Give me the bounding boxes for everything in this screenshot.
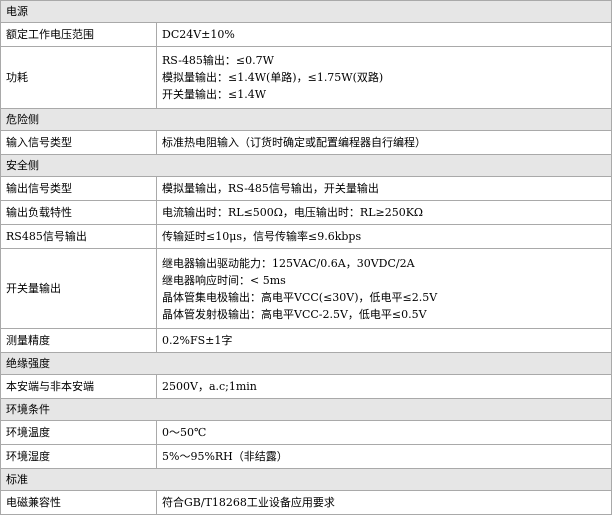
spec-value-cell: 模拟量输出，RS-485信号输出，开关量输出: [156, 176, 612, 201]
spec-label: RS485信号输出: [0, 224, 157, 249]
spec-label: 测量精度: [0, 328, 157, 353]
spec-label: 输入信号类型: [0, 130, 157, 155]
spec-value-cell: 5%～95%RH（非结露）: [156, 444, 612, 469]
spec-row: 电磁兼容性 符合GB/T18268工业设备应用要求: [0, 490, 612, 515]
spec-value: 晶体管发射极输出：高电平VCC-2.5V，低电平≤0.5V: [162, 307, 427, 321]
section-title: 绝缘强度: [0, 352, 612, 375]
spec-value: 开关量输出：≤1.4W: [162, 88, 267, 101]
spec-row: 本安端与非本安端 2500V，a.c;1min: [0, 374, 612, 399]
spec-label: 输出信号类型: [0, 176, 157, 201]
spec-value: 0.2%FS±1字: [162, 334, 233, 347]
section-header-row: 环境条件: [0, 398, 612, 421]
spec-row: 环境温度 0～50℃: [0, 420, 612, 445]
spec-value: 标准热电阻输入（订货时确定或配置编程器自行编程）: [162, 136, 426, 149]
section-header-row: 安全侧: [0, 154, 612, 177]
spec-value: 模拟量输出：≤1.4W(单路)，≤1.75W(双路): [162, 71, 384, 84]
spec-label: 环境湿度: [0, 444, 157, 469]
spec-value-cell: 传输延时≤10μs，信号传输率≤9.6kbps: [156, 224, 612, 249]
spec-value-cell: 符合GB/T18268工业设备应用要求: [156, 490, 612, 515]
spec-label: 开关量输出: [0, 248, 157, 329]
spec-value-cell: RS-485输出：≤0.7W 模拟量输出：≤1.4W(单路)，≤1.75W(双路)…: [156, 46, 612, 109]
spec-value-cell: 2500V，a.c;1min: [156, 374, 612, 399]
spec-value: RS-485输出：≤0.7W: [162, 54, 274, 67]
section-title: 环境条件: [0, 398, 612, 421]
section-title: 标准: [0, 468, 612, 491]
spec-label: 功耗: [0, 46, 157, 109]
section-title: 电源: [0, 0, 612, 23]
section-header-row: 危险侧: [0, 108, 612, 131]
spec-value-cell: 0～50℃: [156, 420, 612, 445]
section-title: 安全侧: [0, 154, 612, 177]
spec-value: 电流输出时：RL≤500Ω，电压输出时：RL≥250KΩ: [162, 206, 424, 219]
spec-value-cell: 标准热电阻输入（订货时确定或配置编程器自行编程）: [156, 130, 612, 155]
spec-value: 传输延时≤10μs，信号传输率≤9.6kbps: [162, 230, 362, 243]
spec-value: 0～50℃: [162, 426, 207, 439]
section-header-row: 绝缘强度: [0, 352, 612, 375]
spec-row: 输出信号类型 模拟量输出，RS-485信号输出，开关量输出: [0, 176, 612, 201]
spec-label: 电磁兼容性: [0, 490, 157, 515]
spec-value: 模拟量输出，RS-485信号输出，开关量输出: [162, 182, 379, 195]
spec-label: 额定工作电压范围: [0, 22, 157, 47]
spec-value: DC24V±10%: [162, 28, 235, 41]
spec-value: 继电器输出驱动能力：125VAC/0.6A，30VDC/2A: [162, 256, 415, 270]
spec-row: 环境湿度 5%～95%RH（非结露）: [0, 444, 612, 469]
spec-value: 5%～95%RH（非结露）: [162, 450, 288, 463]
section-header-row: 电源: [0, 0, 612, 23]
spec-value-cell: 继电器输出驱动能力：125VAC/0.6A，30VDC/2A 继电器响应时间：< …: [156, 248, 612, 329]
spec-row: 输出负载特性 电流输出时：RL≤500Ω，电压输出时：RL≥250KΩ: [0, 200, 612, 225]
spec-row: 额定工作电压范围 DC24V±10%: [0, 22, 612, 47]
section-header-row: 标准: [0, 468, 612, 491]
spec-row: 输入信号类型 标准热电阻输入（订货时确定或配置编程器自行编程）: [0, 130, 612, 155]
spec-value-cell: 0.2%FS±1字: [156, 328, 612, 353]
section-title: 危险侧: [0, 108, 612, 131]
spec-value: 符合GB/T18268工业设备应用要求: [162, 496, 335, 509]
spec-row: RS485信号输出 传输延时≤10μs，信号传输率≤9.6kbps: [0, 224, 612, 249]
spec-label: 本安端与非本安端: [0, 374, 157, 399]
spec-row: 测量精度 0.2%FS±1字: [0, 328, 612, 353]
spec-label: 输出负载特性: [0, 200, 157, 225]
spec-value: 继电器响应时间：< 5ms: [162, 273, 286, 287]
spec-value-cell: DC24V±10%: [156, 22, 612, 47]
spec-row: 功耗 RS-485输出：≤0.7W 模拟量输出：≤1.4W(单路)，≤1.75W(双…: [0, 46, 612, 109]
spec-value-cell: 电流输出时：RL≤500Ω，电压输出时：RL≥250KΩ: [156, 200, 612, 225]
spec-value: 晶体管集电极输出：高电平VCC(≤30V)，低电平≤2.5V: [162, 290, 438, 304]
spec-table-body: 电源 额定工作电压范围 DC24V±10% 功耗 RS-485输出：≤0.7W 模拟量输出…: [0, 0, 612, 515]
spec-table: 电源 额定工作电压范围 DC24V±10% 功耗 RS-485输出：≤0.7W 模拟量输出…: [0, 0, 612, 515]
spec-value: 2500V，a.c;1min: [162, 380, 257, 393]
spec-row: 开关量输出 继电器输出驱动能力：125VAC/0.6A，30VDC/2A 继电器响应…: [0, 248, 612, 329]
spec-label: 环境温度: [0, 420, 157, 445]
